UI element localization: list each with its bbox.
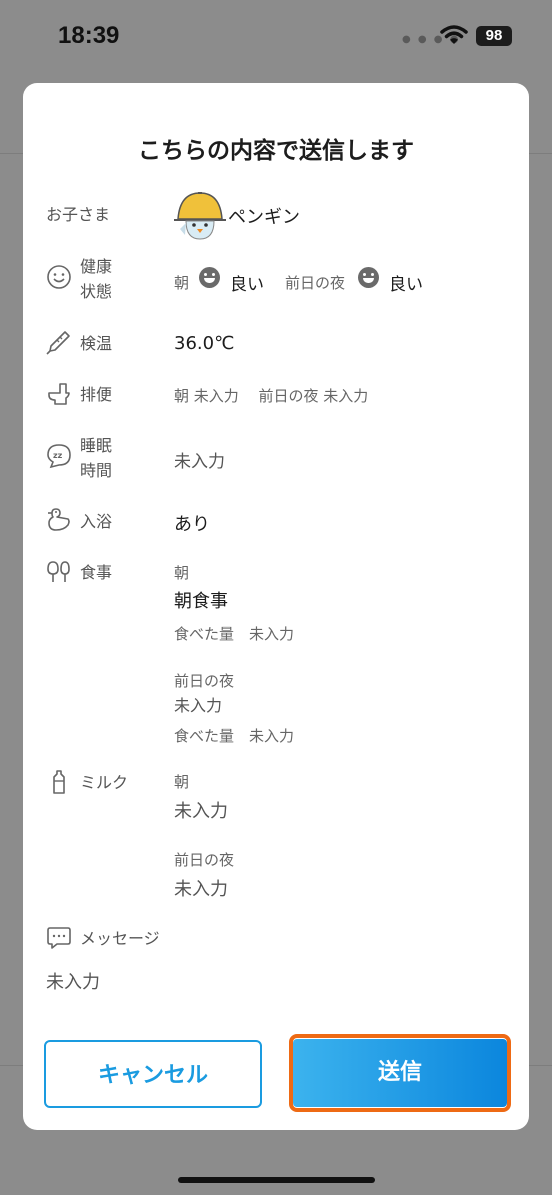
good-face-icon (358, 267, 379, 288)
toilet-icon (48, 383, 70, 405)
bath-value: あり (174, 514, 210, 535)
milk-label: ミルク (80, 773, 129, 792)
meal-morning-amount: 食べた量 未入力 (174, 625, 295, 643)
meal-prev-night-amount: 食べた量 未入力 (174, 727, 295, 745)
message-icon (47, 927, 71, 949)
child-label: お子さま (46, 205, 111, 224)
milk-morning-value: 未入力 (174, 801, 228, 822)
milk-prev-night-label: 前日の夜 (174, 851, 235, 869)
meal-prev-night-value: 未入力 (174, 696, 223, 715)
sleep-icon: zz (47, 444, 71, 469)
penguin-avatar (174, 192, 226, 240)
child-name: ペンギン (228, 207, 300, 228)
meal-morning-value: 朝食事 (174, 591, 228, 612)
message-label: メッセージ (80, 929, 160, 948)
status-time: 18:39 (58, 22, 120, 49)
temperature-label: 検温 (80, 334, 113, 353)
bath-label: 入浴 (80, 512, 113, 531)
home-indicator (178, 1177, 375, 1183)
health-morning-value: 良い (230, 275, 264, 295)
bowel-value: 朝 未入力 前日の夜 未入力 (174, 387, 369, 405)
temperature-value: 36.0℃ (174, 333, 235, 354)
good-face-icon (199, 267, 220, 288)
svg-text:zz: zz (53, 451, 63, 460)
meal-icon (47, 561, 70, 582)
meal-label: 食事 (80, 563, 113, 582)
smile-icon (47, 265, 71, 289)
bottle-icon (53, 770, 65, 794)
health-label: 健康 状態 (80, 257, 113, 301)
wifi-icon (440, 25, 468, 44)
status-bar: 18:39 ● ● ● ● 98 (0, 0, 552, 70)
battery-icon: 98 (476, 26, 512, 46)
send-button[interactable]: 送信 (293, 1039, 507, 1107)
modal-title: こちらの内容で送信します (138, 138, 414, 164)
sleep-value: 未入力 (174, 452, 225, 472)
health-prev-night-value: 良い (389, 275, 423, 295)
message-value: 未入力 (46, 972, 100, 993)
sleep-label: 睡眠 時間 (80, 436, 113, 480)
confirm-modal: こちらの内容で送信します お子さま ペンギン 健康 状態 朝 良い 前日の夜 良… (23, 83, 529, 1130)
health-prev-night-label: 前日の夜 (285, 274, 346, 292)
duck-icon (48, 508, 70, 531)
milk-morning-label: 朝 (174, 773, 190, 791)
milk-prev-night-value: 未入力 (174, 879, 228, 900)
meal-morning-label: 朝 (174, 564, 190, 582)
cancel-button[interactable]: キャンセル (44, 1040, 262, 1108)
bowel-label: 排便 (80, 385, 113, 404)
health-morning-label: 朝 (174, 274, 190, 292)
meal-prev-night-label: 前日の夜 (174, 672, 235, 690)
thermometer-icon (46, 331, 70, 355)
